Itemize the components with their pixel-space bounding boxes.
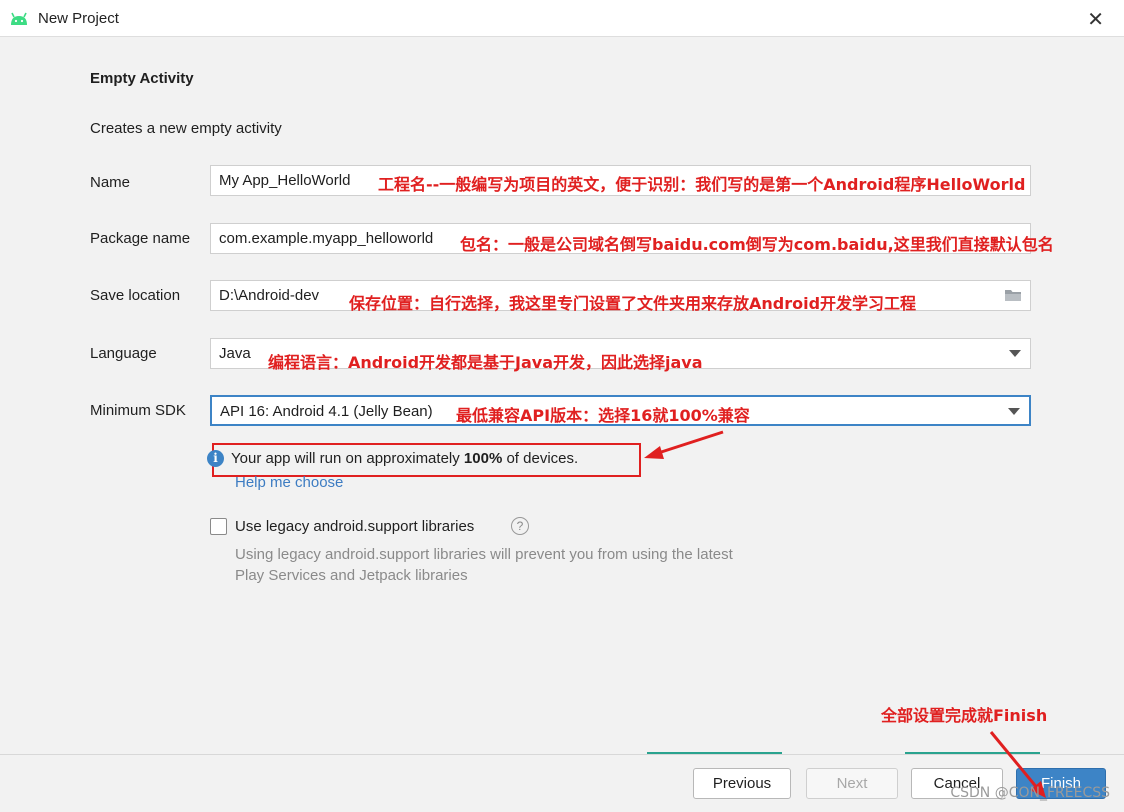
save-location-value: D:\Android-dev bbox=[219, 287, 320, 304]
question-icon[interactable]: ? bbox=[511, 517, 529, 535]
divider bbox=[905, 752, 1040, 754]
previous-button[interactable]: Previous bbox=[693, 768, 791, 799]
legacy-support-checkbox[interactable] bbox=[210, 518, 227, 535]
minimum-sdk-value: API 16: Android 4.1 (Jelly Bean) bbox=[220, 403, 433, 420]
name-label: Name bbox=[90, 174, 131, 191]
legacy-support-description: Using legacy android.support libraries w… bbox=[235, 546, 733, 584]
package-name-annotation: 包名：一般是公司域名倒写baidu.com倒写为com.baidu,这里我们直接… bbox=[460, 235, 1054, 254]
close-icon[interactable]: ✕ bbox=[1087, 7, 1104, 32]
minimum-sdk-annotation: 最低兼容API版本：选择16就100%兼容 bbox=[456, 406, 750, 425]
chevron-down-icon[interactable] bbox=[1009, 350, 1021, 357]
device-coverage-text: Your app will run on approximately 100% … bbox=[231, 450, 579, 467]
language-annotation: 编程语言：Android开发都是基于Java开发，因此选择java bbox=[268, 353, 703, 372]
language-value: Java bbox=[219, 345, 251, 362]
finish-annotation: 全部设置完成就Finish bbox=[881, 706, 1048, 725]
template-title: Empty Activity bbox=[90, 70, 194, 87]
language-label: Language bbox=[90, 345, 157, 362]
package-name-label: Package name bbox=[90, 230, 191, 247]
template-description: Creates a new empty activity bbox=[90, 120, 282, 137]
arrow-to-coverage bbox=[651, 430, 724, 457]
help-me-choose-link[interactable]: Help me choose bbox=[235, 474, 343, 491]
minimum-sdk-label: Minimum SDK bbox=[90, 402, 186, 419]
legacy-support-label[interactable]: Use legacy android.support libraries bbox=[235, 518, 474, 535]
watermark: CSDN @CON_FREECSS bbox=[950, 785, 1110, 801]
info-icon: i bbox=[207, 450, 224, 467]
title-bar: New Project ✕ bbox=[0, 0, 1124, 37]
window-title: New Project bbox=[38, 10, 119, 27]
folder-icon[interactable] bbox=[1004, 287, 1022, 302]
android-icon bbox=[11, 12, 27, 25]
chevron-down-icon[interactable] bbox=[1008, 408, 1020, 415]
name-value: My App_HelloWorld bbox=[219, 172, 351, 189]
name-annotation: 工程名--一般编写为项目的英文，便于识别：我们写的是第一个Android程序He… bbox=[378, 175, 1026, 194]
save-location-label: Save location bbox=[90, 287, 181, 304]
divider bbox=[647, 752, 782, 754]
next-button[interactable]: Next bbox=[806, 768, 898, 799]
arrow-head-coverage bbox=[644, 446, 664, 459]
package-name-value: com.example.myapp_helloworld bbox=[219, 230, 434, 247]
save-location-annotation: 保存位置：自行选择，我这里专门设置了文件夹用来存放Android开发学习工程 bbox=[349, 294, 917, 313]
